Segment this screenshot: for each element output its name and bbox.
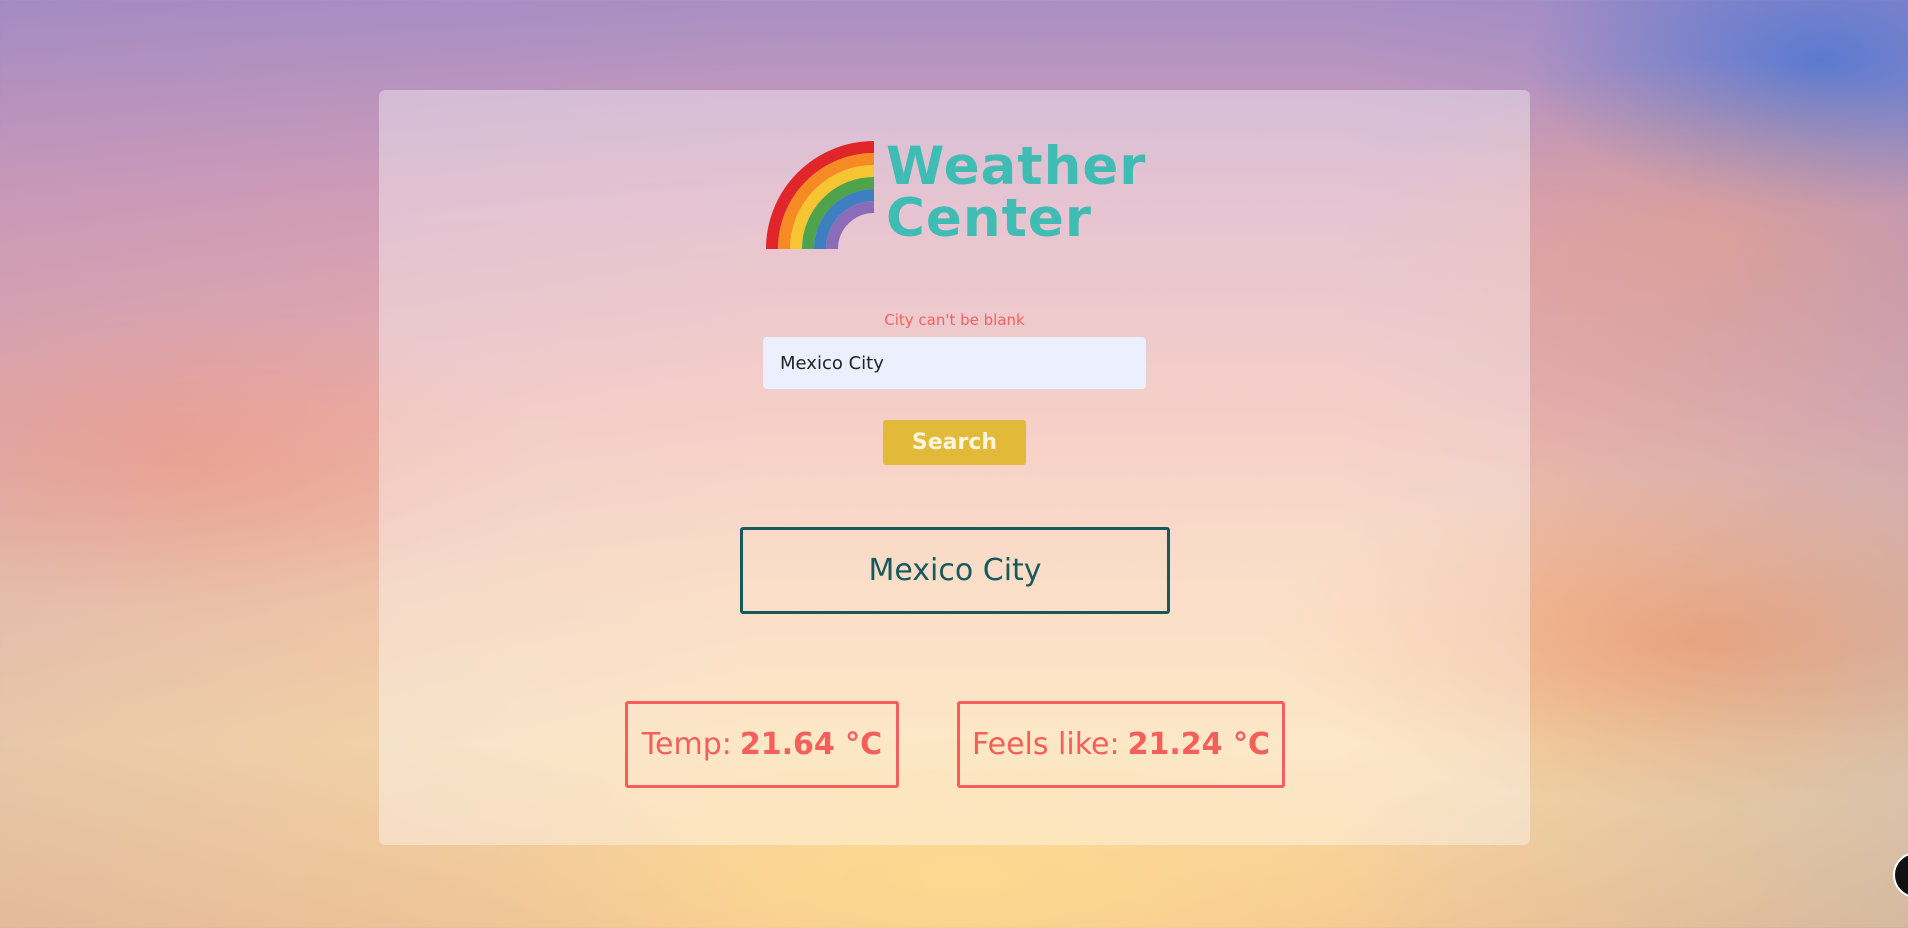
app-logo: Weather Center — [766, 135, 1151, 255]
logo-text: Weather Center — [886, 136, 1147, 249]
feels-like-label: Feels like: — [972, 727, 1120, 762]
floating-action-button[interactable] — [1893, 852, 1908, 898]
temperature-label: Temp: — [641, 727, 732, 762]
logo-line-1: Weather — [886, 136, 1147, 197]
temperature-value: 21.64 °C — [739, 727, 883, 762]
feels-like-box: Feels like: 21.24 °C — [957, 701, 1285, 788]
rainbow-icon — [766, 141, 875, 250]
temperature-box: Temp: 21.64 °C — [625, 701, 899, 788]
validation-error: City can't be blank — [884, 311, 1025, 329]
city-search-input[interactable] — [763, 337, 1146, 389]
logo-line-2: Center — [886, 188, 1092, 249]
city-name: Mexico City — [868, 553, 1042, 588]
feels-like-value: 21.24 °C — [1127, 727, 1270, 762]
weather-card: Weather Center City can't be blank Searc… — [379, 90, 1530, 845]
search-button[interactable]: Search — [883, 420, 1026, 465]
city-name-display: Mexico City — [740, 527, 1170, 614]
